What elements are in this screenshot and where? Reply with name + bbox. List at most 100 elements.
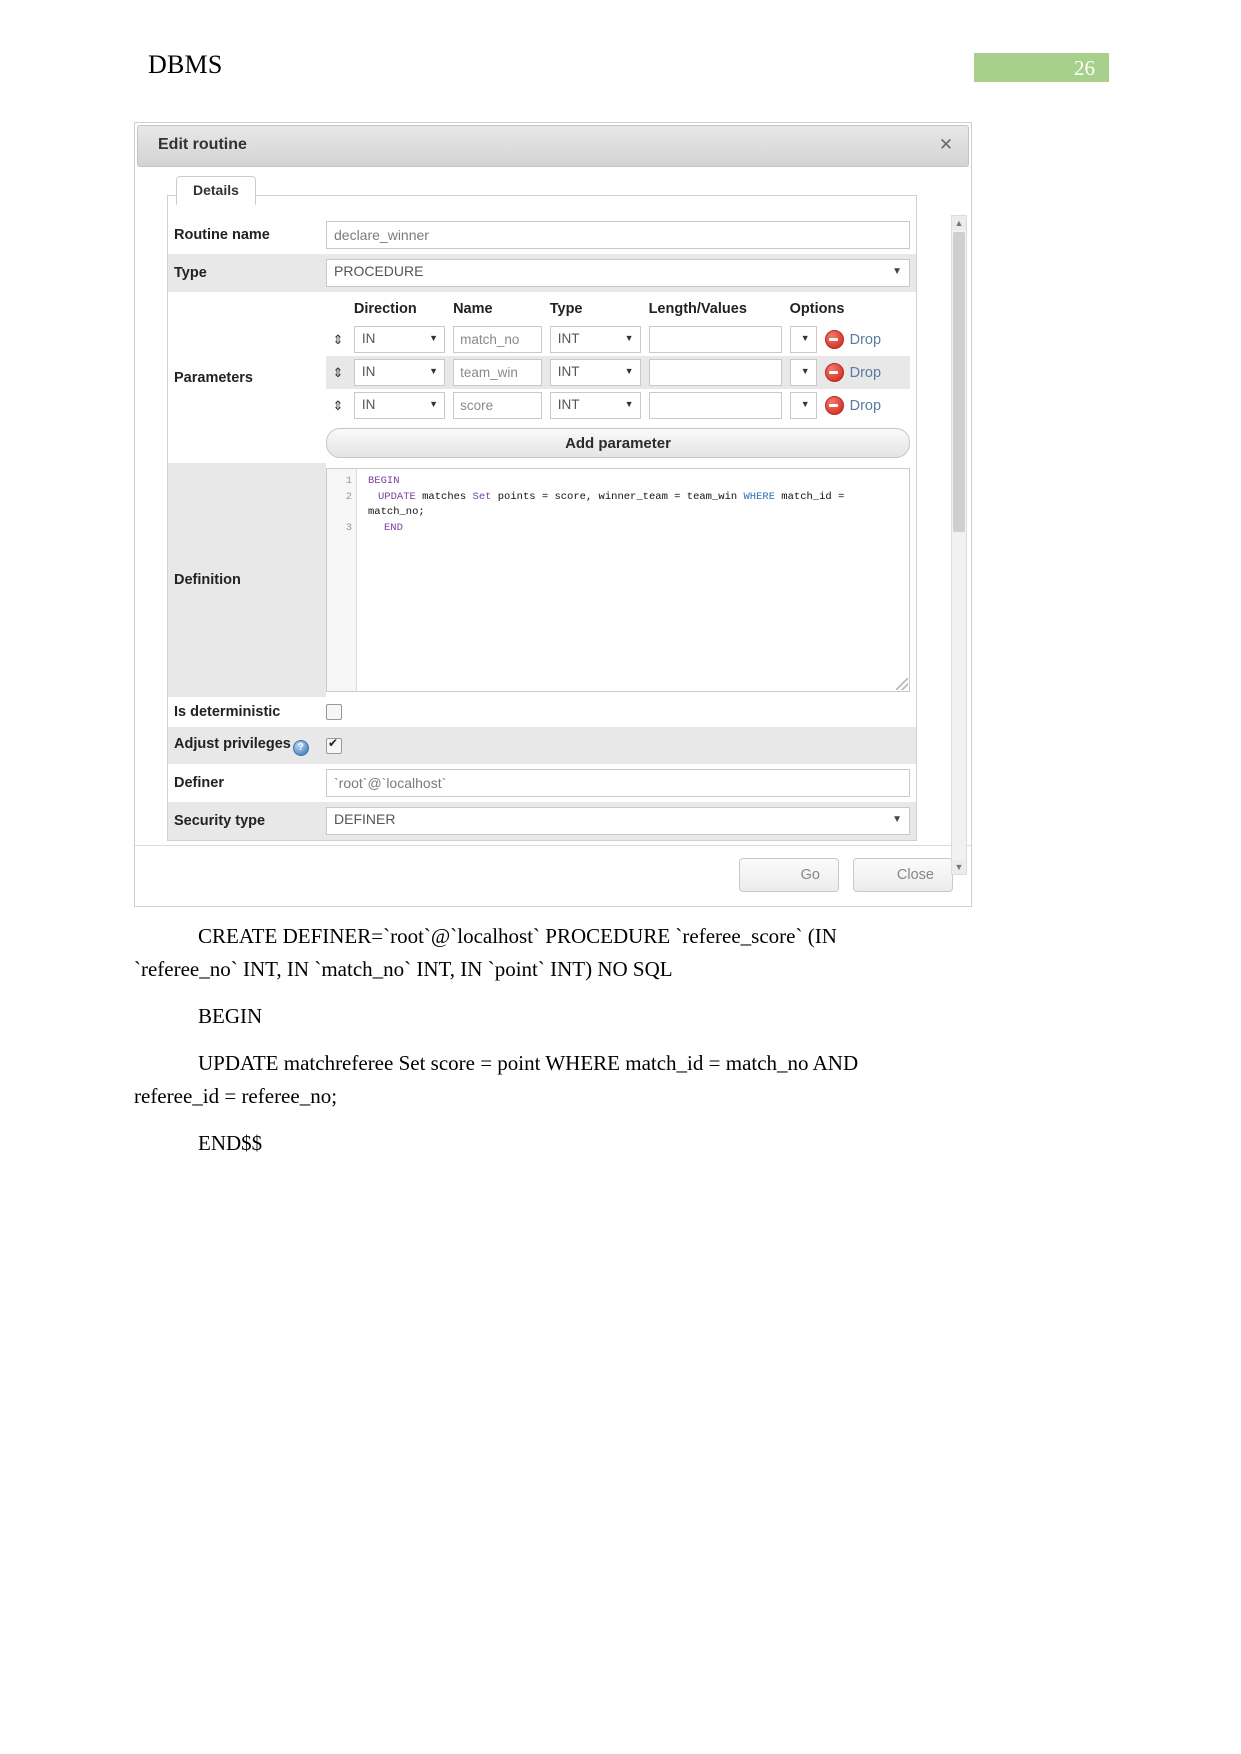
drop-label-0: Drop bbox=[849, 331, 882, 348]
sort-header bbox=[326, 297, 350, 323]
definition-cell: 1 2 3 BEGIN UPDATE matches Set points = sco… bbox=[326, 463, 916, 697]
security-type-value: DEFINER bbox=[334, 811, 396, 827]
param-options-cell-1: ▼ bbox=[785, 356, 821, 389]
page-number-text: 26 bbox=[1074, 56, 1095, 80]
drag-handle-icon[interactable]: ⇕ bbox=[326, 356, 350, 389]
chevron-down-icon: ▼ bbox=[892, 266, 902, 277]
is-deterministic-checkbox[interactable] bbox=[326, 704, 342, 721]
definition-label: Definition bbox=[168, 463, 326, 697]
editor-gutter: 1 2 3 bbox=[327, 469, 357, 691]
param-type-select-0[interactable]: INT ▼ bbox=[549, 326, 641, 353]
param-direction-value-0: IN bbox=[361, 331, 376, 346]
param-name-input-0[interactable] bbox=[453, 326, 542, 353]
document-header-title: DBMS bbox=[148, 50, 223, 79]
routine-form: Routine name Type PROCEDURE ▼ bbox=[168, 216, 916, 840]
row-definer: Definer bbox=[168, 764, 916, 802]
definer-input[interactable] bbox=[326, 769, 910, 797]
drop-parameter-button-0[interactable]: Drop bbox=[824, 330, 906, 349]
header-direction: Direction bbox=[353, 301, 417, 317]
param-type-value-1: INT bbox=[557, 364, 580, 379]
begin-text: BEGIN bbox=[198, 1004, 263, 1028]
type-cell: PROCEDURE ▼ bbox=[326, 254, 916, 292]
param-name-input-2[interactable] bbox=[453, 392, 542, 419]
param-name-input-1[interactable] bbox=[453, 359, 542, 386]
security-type-select[interactable]: DEFINER ▼ bbox=[326, 807, 910, 835]
param-length-input-0[interactable] bbox=[648, 326, 782, 353]
param-drop-cell-0: Drop bbox=[821, 323, 910, 356]
code-where: WHERE bbox=[743, 490, 775, 503]
line-number-2: 2 bbox=[345, 490, 352, 503]
close-button[interactable]: Close bbox=[853, 858, 953, 892]
chevron-down-icon: ▼ bbox=[429, 366, 439, 376]
header-name: Name bbox=[453, 301, 493, 317]
scrollbar-thumb[interactable] bbox=[953, 232, 965, 532]
add-parameter-button[interactable]: Add parameter bbox=[326, 428, 910, 458]
param-type-select-2[interactable]: INT ▼ bbox=[549, 392, 641, 419]
row-adjust-privileges: Adjust privileges? bbox=[168, 727, 916, 764]
param-direction-select-1[interactable]: IN ▼ bbox=[353, 359, 446, 386]
dialog-title: Edit routine bbox=[158, 136, 247, 153]
editor-code[interactable]: BEGIN UPDATE matches Set points = score, … bbox=[358, 469, 909, 691]
param-options-select-1[interactable]: ▼ bbox=[789, 359, 817, 386]
param-length-input-2[interactable] bbox=[648, 392, 782, 419]
row-type: Type PROCEDURE ▼ bbox=[168, 254, 916, 292]
adjust-privileges-label: Adjust privileges bbox=[174, 736, 291, 752]
tab-details[interactable]: Details bbox=[176, 176, 256, 205]
drag-handle-icon[interactable]: ⇕ bbox=[326, 389, 350, 422]
adjust-privileges-checkbox[interactable] bbox=[326, 736, 342, 754]
paragraph-update: UPDATE matchreferee Set score = point WH… bbox=[134, 1047, 974, 1113]
chevron-down-icon: ▼ bbox=[624, 366, 634, 376]
drop-parameter-button-2[interactable]: Drop bbox=[824, 396, 906, 415]
definition-editor[interactable]: 1 2 3 BEGIN UPDATE matches Set points = sco… bbox=[326, 468, 910, 692]
param-type-cell-2: INT ▼ bbox=[546, 389, 645, 422]
code-begin: BEGIN bbox=[368, 475, 400, 487]
help-icon[interactable]: ? bbox=[292, 740, 309, 756]
go-button[interactable]: Go bbox=[739, 858, 839, 892]
dialog-scrollbar[interactable]: ▲ ▼ bbox=[951, 215, 967, 875]
parameters-table: Direction Name Type Length/Values Option… bbox=[326, 297, 910, 422]
scroll-down-arrow[interactable]: ▼ bbox=[952, 860, 966, 874]
param-name-cell-0 bbox=[449, 323, 546, 356]
param-drop-cell-1: Drop bbox=[820, 356, 910, 389]
row-security-type: Security type DEFINER ▼ bbox=[168, 802, 916, 840]
chevron-down-icon: ▼ bbox=[624, 333, 634, 343]
drag-handle-icon[interactable]: ⇕ bbox=[326, 323, 350, 356]
param-type-select-1[interactable]: INT ▼ bbox=[549, 359, 641, 386]
document-body-text: CREATE DEFINER=`root`@`localhost` PROCED… bbox=[134, 920, 974, 1174]
dialog-titlebar: Edit routine ✕ bbox=[137, 125, 969, 167]
param-type-cell-0: INT ▼ bbox=[546, 323, 645, 356]
param-direction-select-2[interactable]: IN ▼ bbox=[353, 392, 446, 419]
remove-circle-icon bbox=[824, 330, 844, 349]
close-icon[interactable]: ✕ bbox=[936, 135, 956, 155]
type-select[interactable]: PROCEDURE ▼ bbox=[326, 259, 910, 287]
chevron-down-icon: ▼ bbox=[892, 814, 902, 825]
routine-name-input[interactable] bbox=[326, 221, 910, 249]
type-label: Type bbox=[168, 254, 326, 292]
tab-strip: Details bbox=[176, 176, 256, 205]
param-length-cell-2 bbox=[645, 389, 786, 422]
param-options-select-2[interactable]: ▼ bbox=[789, 392, 817, 419]
row-parameters: Parameters Direction Name Type Length/Va… bbox=[168, 292, 916, 463]
drop-parameter-button-1[interactable]: Drop bbox=[824, 363, 906, 382]
create-line-2: `referee_no` INT, IN `match_no` INT, IN … bbox=[134, 957, 673, 981]
param-options-select-0[interactable]: ▼ bbox=[789, 326, 817, 353]
remove-circle-icon bbox=[824, 396, 844, 415]
param-type-cell-1: INT ▼ bbox=[545, 356, 645, 389]
parameters-header-row: Direction Name Type Length/Values Option… bbox=[326, 297, 910, 323]
chevron-down-icon: ▼ bbox=[800, 333, 810, 343]
security-type-cell: DEFINER ▼ bbox=[326, 802, 916, 840]
end-text: END$$ bbox=[198, 1131, 263, 1155]
dialog-body: ▲ ▼ Details Routine name Type bbox=[135, 169, 971, 875]
param-length-input-1[interactable] bbox=[648, 359, 782, 386]
param-direction-select-0[interactable]: IN ▼ bbox=[353, 326, 446, 353]
parameters-label: Parameters bbox=[168, 292, 326, 463]
editor-resize-handle[interactable] bbox=[896, 678, 908, 690]
drop-label-1: Drop bbox=[849, 364, 882, 381]
param-direction-cell-0: IN ▼ bbox=[350, 323, 449, 356]
scroll-up-arrow[interactable]: ▲ bbox=[952, 216, 966, 230]
param-options-cell-2: ▼ bbox=[786, 389, 821, 422]
table-row: ⇕ IN ▼ bbox=[326, 356, 910, 389]
header-options: Options bbox=[789, 301, 845, 317]
paragraph-end: END$$ bbox=[134, 1127, 974, 1160]
update-line-2: referee_id = referee_no; bbox=[134, 1084, 338, 1108]
